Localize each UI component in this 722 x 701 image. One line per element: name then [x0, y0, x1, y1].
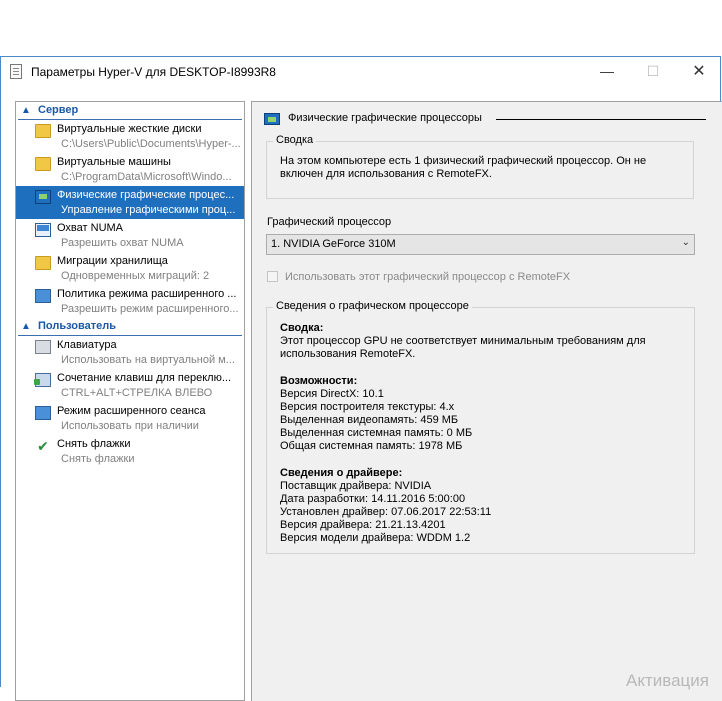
- capability-line: Выделенная видеопамять: 459 МБ: [280, 414, 459, 426]
- nav-item-numa-spanning[interactable]: Охват NUMA Разрешить охват NUMA: [16, 219, 244, 252]
- capability-line: Общая системная память: 1978 МБ: [280, 440, 463, 452]
- nav-item-title: Миграции хранилища: [57, 255, 168, 267]
- summary-group-title: Сводка: [273, 134, 317, 146]
- details-summary-text: Этот процессор GPU не соответствует мини…: [280, 335, 646, 360]
- gpu-icon: [35, 190, 51, 204]
- title-bar[interactable]: Параметры Hyper-V для DESKTOP-I8993R8 — …: [1, 57, 720, 87]
- nav-item-subtitle: CTRL+ALT+СТРЕЛКА ВЛЕВО: [61, 387, 213, 399]
- keyboard-icon: [35, 340, 51, 354]
- nav-item-title: Снять флажки: [57, 438, 131, 450]
- capability-line: Выделенная системная память: 0 МБ: [280, 427, 473, 439]
- use-remotefx-checkbox[interactable]: [267, 271, 278, 282]
- nav-item-subtitle: C:\Users\Public\Documents\Hyper-...: [61, 138, 241, 150]
- reset-checkboxes-icon: ✔: [37, 438, 49, 454]
- key-combination-icon: [34, 373, 51, 387]
- nav-item-subtitle: Снять флажки: [61, 453, 135, 465]
- collapse-chevron-icon: ▲: [21, 105, 31, 116]
- activation-watermark: Активация: [626, 671, 709, 690]
- vm-folder-icon: [35, 157, 51, 171]
- enhanced-session-icon: [35, 406, 51, 420]
- driver-line: Версия модели драйвера: WDDM 1.2: [280, 532, 471, 544]
- details-summary-heading: Сводка:: [280, 322, 324, 334]
- window-title: Параметры Hyper-V для DESKTOP-I8993R8: [31, 65, 276, 79]
- nav-item-title: Виртуальные машины: [57, 156, 171, 168]
- driver-line: Установлен драйвер: 07.06.2017 22:53:11: [280, 506, 492, 518]
- nav-item-reset-check-boxes[interactable]: ✔ Снять флажки Снять флажки: [16, 435, 244, 468]
- gpu-details-body: Сводка: Этот процессор GPU не соответств…: [280, 322, 685, 545]
- settings-content: Физические графические процессоры Сводка…: [251, 101, 722, 701]
- nav-item-title: Виртуальные жесткие диски: [57, 123, 202, 135]
- nav-item-title: Охват NUMA: [57, 222, 124, 234]
- gpu-label: Графический процессор: [267, 216, 392, 228]
- nav-item-virtual-machines[interactable]: Виртуальные машины C:\ProgramData\Micros…: [16, 153, 244, 186]
- hard-disk-folder-icon: [35, 124, 51, 138]
- nav-item-subtitle: Разрешить режим расширенного...: [61, 303, 239, 315]
- minimize-button[interactable]: —: [584, 57, 630, 87]
- document-icon: [10, 64, 22, 79]
- details-driver-heading: Сведения о драйвере:: [280, 467, 403, 479]
- nav-item-storage-migrations[interactable]: Миграции хранилища Одновременных миграци…: [16, 252, 244, 285]
- collapse-chevron-icon: ▲: [21, 321, 31, 332]
- nav-item-title: Политика режима расширенного ...: [57, 288, 237, 300]
- chevron-down-icon: ⌄: [681, 237, 690, 248]
- settings-navigation: ▲ Сервер Виртуальные жесткие диски C:\Us…: [15, 101, 245, 701]
- summary-text: На этом компьютере есть 1 физический гра…: [280, 155, 647, 180]
- gpu-details-title: Сведения о графическом процессоре: [273, 300, 472, 312]
- section-user-label: Пользователь: [38, 320, 117, 332]
- use-remotefx-label: Использовать этот графический процессор …: [285, 271, 571, 283]
- nav-item-title: Физические графические процес...: [57, 189, 235, 201]
- capability-line: Версия DirectX: 10.1: [280, 388, 384, 400]
- nav-item-subtitle: Использовать при наличии: [61, 420, 199, 432]
- section-server[interactable]: ▲ Сервер: [18, 103, 242, 120]
- driver-line: Версия драйвера: 21.21.13.4201: [280, 519, 446, 531]
- section-server-label: Сервер: [38, 104, 79, 116]
- header-divider: [496, 119, 706, 120]
- maximize-button[interactable]: ☐: [630, 57, 676, 87]
- driver-line: Поставщик драйвера: NVIDIA: [280, 480, 432, 492]
- enhanced-session-policy-icon: [35, 289, 51, 303]
- details-capabilities-heading: Возможности:: [280, 375, 358, 387]
- nav-item-subtitle: Одновременных миграций: 2: [61, 270, 210, 282]
- page-header: Физические графические процессоры: [264, 112, 706, 126]
- nav-item-subtitle: Разрешить охват NUMA: [61, 237, 184, 249]
- hyperv-settings-window: Параметры Hyper-V для DESKTOP-I8993R8 — …: [0, 56, 722, 701]
- nav-item-release-key[interactable]: Сочетание клавиш для переклю... CTRL+ALT…: [16, 369, 244, 402]
- nav-item-keyboard[interactable]: Клавиатура Использовать на виртуальной м…: [16, 336, 244, 369]
- section-user[interactable]: ▲ Пользователь: [18, 319, 242, 336]
- nav-item-title: Сочетание клавиш для переклю...: [57, 372, 232, 384]
- numa-icon: [35, 223, 51, 237]
- nav-item-enhanced-session-policy[interactable]: Политика режима расширенного ... Разреши…: [16, 285, 244, 318]
- nav-item-enhanced-session[interactable]: Режим расширенного сеанса Использовать п…: [16, 402, 244, 435]
- gpu-select[interactable]: 1. NVIDIA GeForce 310M ⌄: [266, 234, 695, 255]
- gpu-details-group: Сведения о графическом процессоре Сводка…: [266, 300, 695, 554]
- close-button[interactable]: ✕: [676, 57, 722, 87]
- nav-item-title: Клавиатура: [57, 339, 117, 351]
- summary-group: Сводка На этом компьютере есть 1 физичес…: [266, 134, 694, 199]
- driver-line: Дата разработки: 14.11.2016 5:00:00: [280, 493, 466, 505]
- nav-item-subtitle: C:\ProgramData\Microsoft\Windo...: [61, 171, 232, 183]
- nav-item-subtitle: Использовать на виртуальной м...: [61, 354, 235, 366]
- nav-item-physical-gpus[interactable]: Физические графические процес... Управле…: [16, 186, 244, 219]
- capability-line: Версия построителя текстуры: 4.x: [280, 401, 455, 413]
- nav-item-subtitle: Управление графическими проц...: [61, 204, 236, 216]
- storage-migration-icon: [35, 256, 51, 270]
- gpu-select-value: 1. NVIDIA GeForce 310M: [271, 238, 396, 250]
- gpu-icon: [264, 113, 280, 125]
- page-title: Физические графические процессоры: [288, 112, 482, 124]
- nav-item-title: Режим расширенного сеанса: [57, 405, 206, 417]
- nav-item-virtual-hard-disks[interactable]: Виртуальные жесткие диски C:\Users\Publi…: [16, 120, 244, 153]
